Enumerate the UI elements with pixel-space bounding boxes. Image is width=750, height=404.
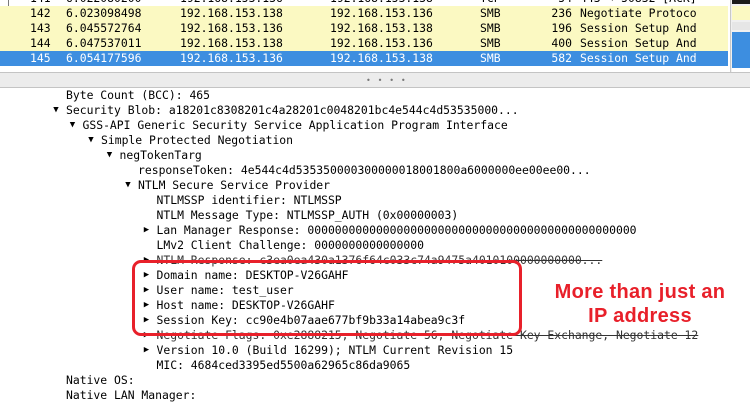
packet-len-cell: 196: [551, 21, 572, 35]
tree-item-label: LMv2 Client Challenge: 0000000000000000: [156, 238, 424, 252]
pane-splitter[interactable]: • • • •: [0, 72, 750, 88]
packet-dst-cell: 192.168.153.136: [330, 6, 433, 20]
packet-src-cell: 192.168.153.136: [180, 51, 283, 65]
tree-item[interactable]: ▼ Security Blob: a18201c8308201c4a28201c0…: [0, 103, 750, 118]
collapse-arrow-icon[interactable]: ▼: [67, 118, 79, 133]
packet-details-pane[interactable]: Byte Count (BCC): 465 ▼ Security Blob: a18…: [0, 88, 750, 404]
packet-time-cell: 6.045572764: [66, 21, 142, 35]
tree-item[interactable]: Byte Count (BCC): 465: [0, 88, 750, 103]
packet-no-cell: 144: [30, 36, 51, 50]
packet-dst-cell: 192.168.153.138: [330, 51, 433, 65]
tree-item[interactable]: ▼ GSS-API Generic Security Service Applic…: [0, 118, 750, 133]
tree-item-label: Simple Protected Negotiation: [101, 133, 294, 147]
tree-item[interactable]: Native LAN Manager:: [0, 388, 750, 403]
annotation-callout: More than just an IP address: [554, 281, 726, 327]
tree-item-label: Version 10.0 (Build 16299); NTLM Current…: [156, 343, 514, 357]
packet-info-cell: Session Setup And: [580, 51, 697, 65]
packet-src-cell: 192.168.153.138: [180, 6, 283, 20]
collapse-arrow-icon[interactable]: ▼: [85, 133, 97, 148]
packet-row[interactable]: 144 6.047537011 192.168.153.138 192.168.153…: [0, 36, 728, 51]
minimap-segment: [732, 6, 750, 20]
packet-len-cell: 400: [551, 36, 572, 50]
tree-item-label: NTLMSSP identifier: NTLMSSP: [156, 193, 342, 207]
packet-len-cell: 582: [551, 51, 572, 65]
tree-item-label: responseToken: 4e544c4d53535000030000001…: [138, 163, 591, 177]
packet-src-cell: 192.168.153.136: [180, 21, 283, 35]
packet-proto-cell: SMB: [480, 21, 501, 35]
packet-row[interactable]: 143 6.045572764 192.168.153.136 192.168.153…: [0, 21, 728, 36]
tree-item-label: Byte Count (BCC): 465: [66, 88, 211, 102]
tree-item[interactable]: NTLMSSP identifier: NTLMSSP: [0, 193, 750, 208]
packet-time-cell: 6.023098498: [66, 6, 142, 20]
tree-item-label: NTLM Message Type: NTLMSSP_AUTH (0x00000…: [156, 208, 459, 222]
tree-item[interactable]: ▶ Lan Manager Response: 00000000000000000…: [0, 223, 750, 238]
packet-info-cell: Negotiate Protoco: [580, 6, 697, 20]
expand-arrow-icon[interactable]: ▶: [141, 343, 153, 358]
packet-no-cell: 143: [30, 21, 51, 35]
packet-info-cell: Session Setup And: [580, 36, 697, 50]
packet-minimap[interactable]: [730, 0, 750, 72]
minimap-segment: [732, 32, 750, 68]
highlight-box: [132, 260, 522, 336]
packet-src-cell: 192.168.153.138: [180, 36, 283, 50]
packet-row[interactable]: 145 6.054177596 192.168.153.136 192.168.153…: [0, 51, 728, 66]
tree-item-label: Native LAN Manager:: [66, 388, 197, 402]
minimap-segment: [732, 22, 750, 30]
tree-item-label: GSS-API Generic Security Service Applica…: [82, 118, 508, 132]
tree-item-label: Security Blob: a18201c8308201c4a28201c00…: [66, 103, 519, 117]
tree-item-label: MIC: 4684ced3395ed5500a62965c86da9065: [156, 358, 411, 372]
tree-item-label: Lan Manager Response: 000000000000000000…: [156, 223, 637, 237]
packet-proto-cell: SMB: [480, 36, 501, 50]
packet-proto-cell: SMB: [480, 51, 501, 65]
minimap-segment: [732, 0, 750, 4]
splitter-grip-icon[interactable]: • • • •: [366, 76, 407, 85]
tree-item-label: Native OS:: [66, 373, 135, 387]
tree-item[interactable]: LMv2 Client Challenge: 0000000000000000: [0, 238, 750, 253]
tree-item-label: negTokenTarg: [119, 148, 202, 162]
packet-time-cell: 6.054177596: [66, 51, 142, 65]
expand-arrow-icon[interactable]: ▶: [141, 223, 153, 238]
tree-item[interactable]: ▼ Simple Protected Negotiation: [0, 133, 750, 148]
collapse-arrow-icon[interactable]: ▼: [104, 148, 116, 163]
packet-time-cell: 6.047537011: [66, 36, 142, 50]
packet-dst-cell: 192.168.153.136: [330, 36, 433, 50]
packet-dst-cell: 192.168.153.138: [330, 21, 433, 35]
packet-no-cell: 142: [30, 6, 51, 20]
tree-item[interactable]: NTLM Message Type: NTLMSSP_AUTH (0x00000…: [0, 208, 750, 223]
tree-item-label: NTLM Secure Service Provider: [138, 178, 331, 192]
tree-item[interactable]: responseToken: 4e544c4d53535000030000001…: [0, 163, 750, 178]
packet-row[interactable]: 142 6.023098498 192.168.153.138 192.168.153…: [0, 6, 728, 21]
tree-item[interactable]: ▼ negTokenTarg: [0, 148, 750, 163]
collapse-arrow-icon[interactable]: ▼: [122, 178, 134, 193]
tree-item[interactable]: MIC: 4684ced3395ed5500a62965c86da9065: [0, 358, 750, 373]
packet-len-cell: 236: [551, 6, 572, 20]
packet-list[interactable]: 1416.022080200192.168.153.136192.168.153…: [0, 0, 750, 72]
tree-item[interactable]: ▶ Version 10.0 (Build 16299); NTLM Curren…: [0, 343, 750, 358]
packet-no-cell: 145: [30, 51, 51, 65]
packet-info-cell: Session Setup And: [580, 21, 697, 35]
tree-item[interactable]: ▼ NTLM Secure Service Provider: [0, 178, 750, 193]
collapse-arrow-icon[interactable]: ▼: [50, 103, 62, 118]
tree-item[interactable]: Native OS:: [0, 373, 750, 388]
packet-proto-cell: SMB: [480, 6, 501, 20]
